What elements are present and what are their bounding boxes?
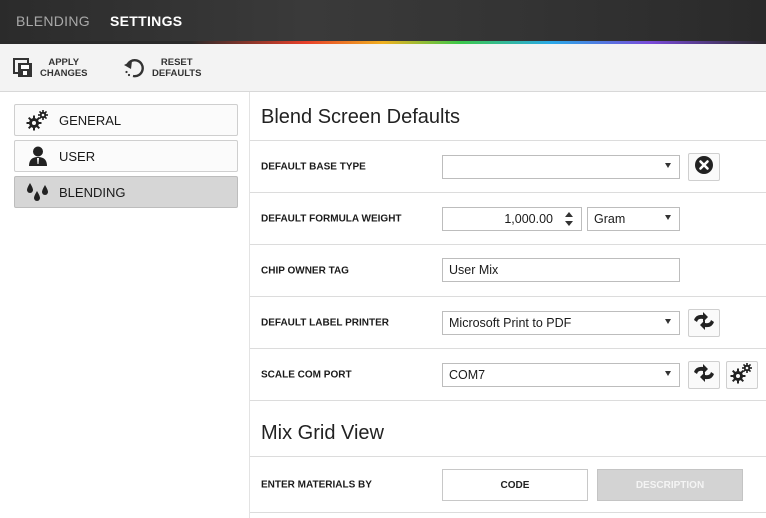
chevron-down-icon <box>665 371 671 376</box>
chevron-down-icon <box>665 163 671 168</box>
weight-unit-select[interactable]: Gram <box>587 207 680 231</box>
row-default-base-type: DEFAULT BASE TYPE <box>250 140 766 192</box>
field-label: DEFAULT LABEL PRINTER <box>261 317 389 328</box>
sidebar-item-general[interactable]: GENERAL <box>14 104 238 136</box>
section-title-blend-defaults: Blend Screen Defaults <box>261 106 461 128</box>
reset-icon <box>122 55 148 81</box>
spinner-icon[interactable] <box>565 211 573 227</box>
gears-icon <box>730 362 754 389</box>
reset-defaults-button[interactable]: RESET DEFAULTS <box>122 50 201 86</box>
sidebar-item-label: USER <box>59 148 96 164</box>
chevron-down-icon <box>665 319 671 324</box>
tab-settings[interactable]: SETTINGS <box>110 13 182 29</box>
field-label: DEFAULT FORMULA WEIGHT <box>261 213 402 224</box>
sidebar-item-user[interactable]: USER <box>14 140 238 172</box>
row-chip-owner-tag: CHIP OWNER TAG User Mix <box>250 244 766 296</box>
toolbar: APPLY CHANGES RESET DEFAULTS <box>0 44 766 92</box>
tab-blending[interactable]: BLENDING <box>16 13 90 29</box>
field-label: DEFAULT BASE TYPE <box>261 161 366 172</box>
apply-changes-button[interactable]: APPLY CHANGES <box>10 50 88 86</box>
gears-icon <box>25 109 51 131</box>
input-value: User Mix <box>449 263 499 277</box>
section-title-mix-grid: Mix Grid View <box>261 422 384 444</box>
sidebar-item-label: GENERAL <box>59 112 122 128</box>
settings-sidebar: GENERAL USER BLENDING <box>14 104 238 212</box>
apply-changes-label: APPLY CHANGES <box>40 57 88 79</box>
drops-icon <box>25 181 51 203</box>
row-default-formula-weight: DEFAULT FORMULA WEIGHT 1,000.00 Gram <box>250 192 766 244</box>
user-icon <box>25 145 51 167</box>
refresh-printers-button[interactable] <box>688 309 720 337</box>
save-icon <box>10 55 36 81</box>
row-divider <box>250 512 766 513</box>
select-value: COM7 <box>449 368 486 382</box>
refresh-icon <box>692 363 716 387</box>
sidebar-item-label: BLENDING <box>59 184 126 200</box>
formula-weight-input[interactable]: 1,000.00 <box>442 207 582 231</box>
refresh-icon <box>692 311 716 335</box>
select-value: Gram <box>594 212 626 226</box>
input-value: 1,000.00 <box>504 212 553 226</box>
row-default-label-printer: DEFAULT LABEL PRINTER Microsoft Print to… <box>250 296 766 348</box>
select-value: Microsoft Print to PDF <box>449 316 572 330</box>
label-printer-select[interactable]: Microsoft Print to PDF <box>442 311 680 335</box>
field-label: CHIP OWNER TAG <box>261 265 349 276</box>
reset-defaults-label: RESET DEFAULTS <box>152 57 202 79</box>
scale-settings-button[interactable] <box>726 361 758 389</box>
top-nav-bar: BLENDING SETTINGS <box>0 0 766 44</box>
enter-by-code-button[interactable]: CODE <box>442 469 588 501</box>
close-circle-icon <box>694 155 714 180</box>
scale-com-port-select[interactable]: COM7 <box>442 363 680 387</box>
sidebar-item-blending[interactable]: BLENDING <box>14 176 238 208</box>
chevron-down-icon <box>665 215 671 220</box>
refresh-ports-button[interactable] <box>688 361 720 389</box>
field-label: ENTER MATERIALS BY <box>261 479 372 490</box>
field-label: SCALE COM PORT <box>261 369 352 380</box>
chip-owner-tag-input[interactable]: User Mix <box>442 258 680 282</box>
base-type-select[interactable] <box>442 155 680 179</box>
row-divider <box>250 400 766 401</box>
row-scale-com-port: SCALE COM PORT COM7 <box>250 348 766 400</box>
clear-base-type-button[interactable] <box>688 153 720 181</box>
row-enter-materials-by: ENTER MATERIALS BY CODE DESCRIPTION <box>250 456 766 512</box>
enter-by-description-button[interactable]: DESCRIPTION <box>597 469 743 501</box>
